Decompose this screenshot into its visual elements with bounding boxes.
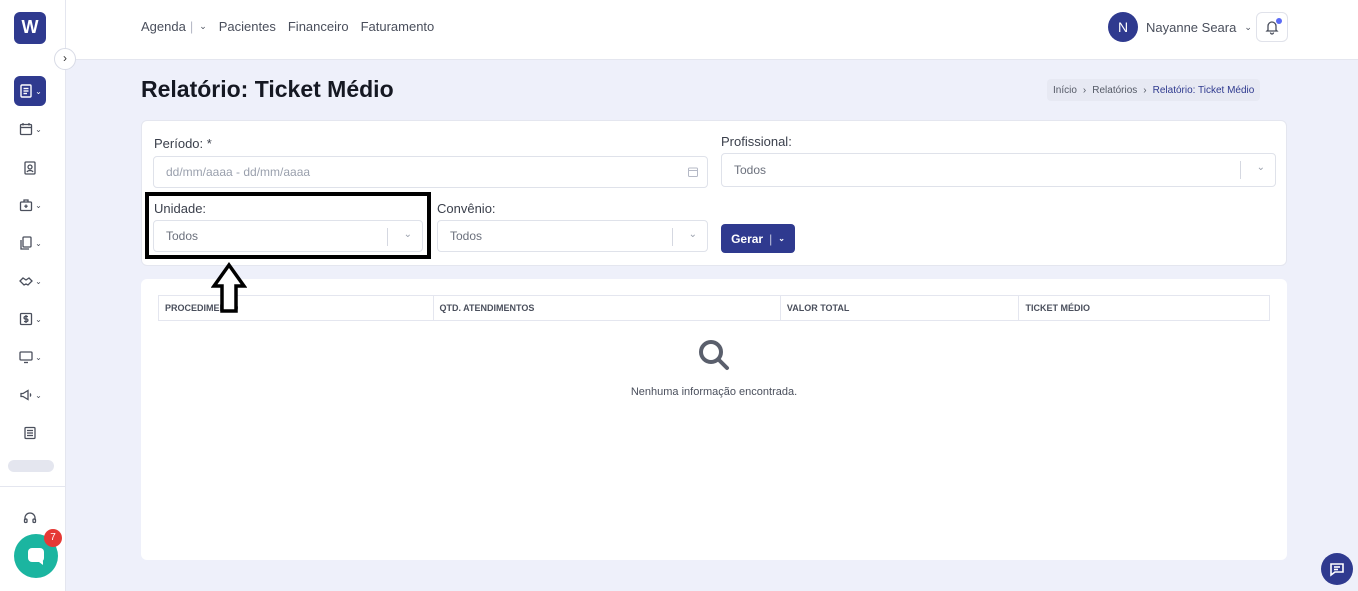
column-header-qtd-atendimentos[interactable]: QTD. ATENDIMENTOS	[434, 296, 781, 320]
newspaper-icon	[24, 426, 36, 440]
periodo-label: Período: *	[154, 136, 212, 151]
sidebar-item-finance[interactable]: ⌄	[14, 304, 46, 334]
message-icon	[1330, 563, 1344, 577]
notification-dot	[1276, 18, 1282, 24]
top-bar: Agenda | ⌄ Pacientes Financeiro Faturame…	[66, 0, 1358, 60]
chevron-down-icon: ⌄	[35, 314, 42, 324]
page-title: Relatório: Ticket Médio	[141, 76, 394, 102]
nav-separator: |	[189, 19, 194, 34]
dollar-icon	[19, 312, 33, 326]
results-card: PROCEDIMENTO QTD. ATENDIMENTOS VALOR TOT…	[141, 279, 1287, 560]
nav-faturamento[interactable]: Faturamento	[361, 19, 435, 34]
sidebar-item-handshake[interactable]: ⌄	[14, 266, 46, 296]
sidebar-item-support[interactable]	[14, 503, 46, 533]
generate-label: Gerar	[731, 231, 764, 246]
calendar-icon	[688, 167, 698, 177]
sidebar-item-marketing[interactable]: ⌄	[14, 380, 46, 410]
user-name: Nayanne Seara	[1146, 19, 1237, 35]
column-header-valor-total[interactable]: VALOR TOTAL	[781, 296, 1020, 320]
sidebar-item-calendar[interactable]: ⌄	[14, 114, 46, 144]
periodo-date-range-input[interactable]: dd/mm/aaaa - dd/mm/aaaa	[153, 156, 708, 188]
chevron-down-icon[interactable]: ⌄	[778, 234, 785, 243]
headset-icon	[23, 512, 37, 524]
button-separator: |	[769, 231, 773, 246]
documents-icon	[20, 236, 32, 250]
chat-icon	[28, 548, 44, 565]
notifications-button[interactable]	[1256, 12, 1288, 42]
chevron-down-icon: ⌄	[35, 86, 42, 96]
handshake-icon	[19, 277, 34, 286]
sidebar-item-monitor[interactable]: ⌄	[14, 342, 46, 372]
top-navigation: Agenda | ⌄ Pacientes Financeiro Faturame…	[141, 19, 434, 34]
breadcrumb-home[interactable]: Início	[1053, 85, 1077, 96]
sidebar-scrollbar[interactable]	[8, 460, 54, 472]
report-icon	[20, 84, 32, 98]
chevron-right-icon: ›	[1082, 84, 1087, 96]
sidebar-item-documents[interactable]: ⌄	[14, 228, 46, 258]
chevron-down-icon[interactable]: ⌄	[199, 21, 207, 32]
profissional-value: Todos	[734, 163, 767, 177]
chevron-right-icon: ›	[1143, 84, 1147, 96]
breadcrumb-reports[interactable]: Relatórios	[1092, 85, 1137, 96]
empty-state-message: Nenhuma informação encontrada.	[630, 386, 798, 398]
sidebar-item-patients[interactable]	[14, 153, 46, 183]
medical-bag-icon	[19, 199, 33, 212]
chevron-down-icon: ⌄	[688, 229, 697, 240]
sidebar-toggle-button[interactable]: ›	[54, 48, 76, 70]
avatar: N	[1108, 12, 1138, 42]
breadcrumb: Início › Relatórios › Relatório: Ticket …	[1047, 79, 1261, 101]
profissional-select[interactable]: Todos ⌄	[721, 153, 1276, 187]
convenio-select[interactable]: Todos ⌄	[437, 220, 708, 252]
breadcrumb-current: Relatório: Ticket Médio	[1152, 84, 1255, 96]
chevron-down-icon: ⌄	[1256, 162, 1265, 173]
convenio-label: Convênio:	[437, 201, 496, 216]
select-divider	[1240, 161, 1241, 179]
column-header-ticket-medio[interactable]: TICKET MÉDIO	[1019, 296, 1269, 320]
sidebar-item-reports[interactable]: ⌄	[14, 76, 46, 106]
select-divider	[672, 228, 673, 246]
nav-financeiro[interactable]: Financeiro	[288, 19, 349, 34]
table-header: PROCEDIMENTO QTD. ATENDIMENTOS VALOR TOT…	[158, 295, 1270, 321]
user-menu[interactable]: N Nayanne Seara ⌄	[1108, 12, 1252, 42]
column-header-procedimento[interactable]: PROCEDIMENTO	[159, 296, 434, 320]
nav-pacientes[interactable]: Pacientes	[219, 19, 276, 34]
chevron-down-icon: ⌄	[35, 124, 42, 134]
profissional-label: Profissional:	[721, 134, 792, 149]
megaphone-icon	[20, 389, 32, 401]
chat-notification-badge: 7	[44, 529, 62, 547]
monitor-icon	[19, 351, 33, 364]
chevron-down-icon: ⌄	[35, 200, 42, 210]
nav-agenda[interactable]: Agenda	[141, 19, 186, 34]
sidebar-divider	[0, 486, 66, 487]
chevron-down-icon: ⌄	[35, 352, 42, 362]
app-logo[interactable]: W	[14, 12, 46, 44]
sidebar-item-clinic[interactable]: ⌄	[14, 190, 46, 220]
periodo-placeholder: dd/mm/aaaa - dd/mm/aaaa	[166, 165, 311, 179]
convenio-value: Todos	[450, 229, 483, 243]
contact-card-icon	[24, 161, 36, 175]
sidebar-item-news[interactable]	[14, 418, 46, 448]
chevron-down-icon: ⌄	[35, 238, 42, 248]
chevron-down-icon: ⌄	[35, 276, 42, 286]
sidebar: W ⌄ ⌄ ⌄ ⌄ ⌄ ⌄ ⌄ ⌄	[0, 0, 66, 591]
help-chat-button[interactable]	[1321, 553, 1353, 585]
chevron-down-icon: ⌄	[1244, 21, 1252, 32]
search-icon	[699, 340, 729, 370]
annotation-highlight-box	[145, 192, 431, 259]
annotation-arrow-up-icon	[211, 262, 247, 313]
calendar-icon	[19, 123, 33, 136]
generate-button[interactable]: Gerar | ⌄	[721, 224, 795, 253]
chevron-down-icon: ⌄	[35, 390, 42, 400]
